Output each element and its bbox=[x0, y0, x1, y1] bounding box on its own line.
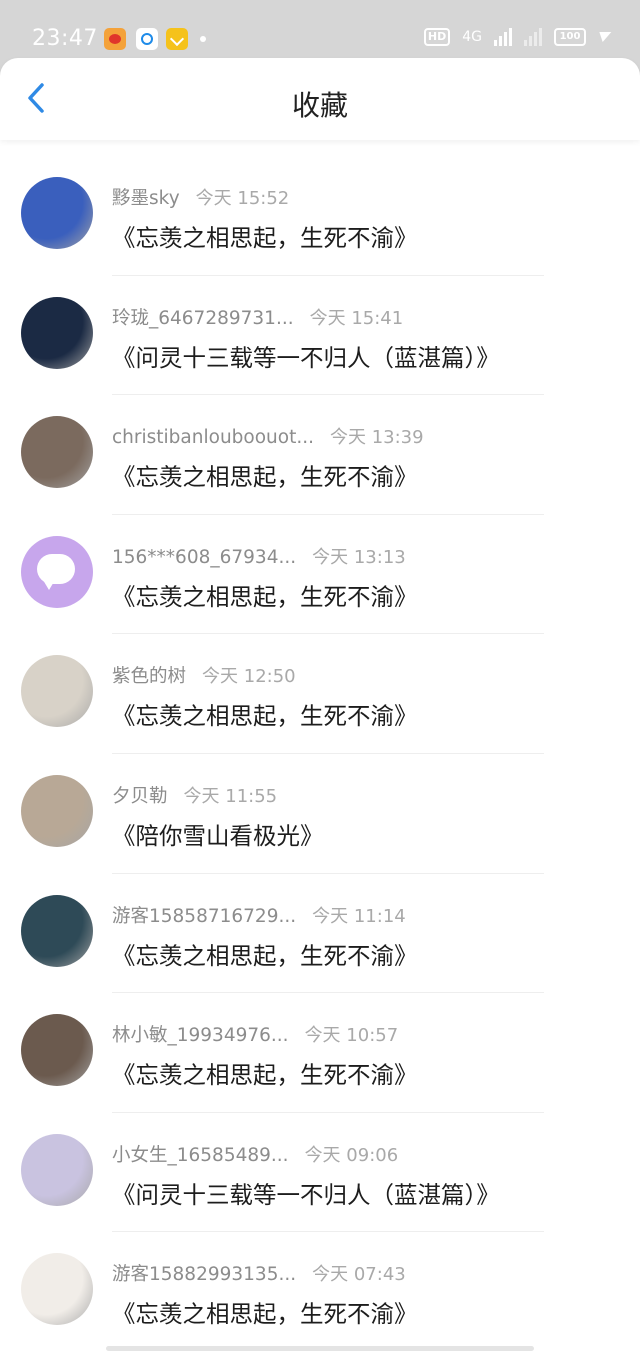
timestamp: 今天 09:06 bbox=[305, 1141, 399, 1167]
page-title: 收藏 bbox=[0, 84, 640, 124]
list-item[interactable]: 游客15858716729... 今天 11:14 《忘羡之相思起，生死不渝》 bbox=[0, 874, 640, 994]
app-notification-icon bbox=[136, 28, 158, 50]
timestamp: 今天 11:14 bbox=[312, 902, 406, 928]
timestamp: 今天 11:55 bbox=[184, 782, 278, 808]
timestamp: 今天 10:57 bbox=[305, 1021, 399, 1047]
more-notifications-dot bbox=[200, 36, 206, 42]
list-item[interactable]: 黟墨sky 今天 15:52 《忘羡之相思起，生死不渝》 bbox=[0, 156, 640, 276]
list-item[interactable]: 小女生_16585489... 今天 09:06 《问灵十三载等一不归人（蓝湛篇… bbox=[0, 1113, 640, 1233]
timestamp: 今天 15:52 bbox=[196, 184, 290, 210]
user-name[interactable]: 游客15858716729... bbox=[112, 902, 296, 928]
home-indicator[interactable] bbox=[106, 1346, 534, 1351]
list-item[interactable]: 玲珑_6467289731... 今天 15:41 《问灵十三载等一不归人（蓝湛… bbox=[0, 276, 640, 396]
timestamp: 今天 12:50 bbox=[202, 662, 296, 688]
story-title[interactable]: 《问灵十三载等一不归人（蓝湛篇）》 bbox=[112, 339, 500, 373]
list-item[interactable]: 夕贝勒 今天 11:55 《陪你雪山看极光》 bbox=[0, 754, 640, 874]
network-type: 4G bbox=[462, 29, 482, 45]
story-title[interactable]: 《问灵十三载等一不归人（蓝湛篇）》 bbox=[112, 1176, 500, 1210]
avatar[interactable] bbox=[21, 416, 93, 488]
signal-icon bbox=[494, 28, 512, 46]
user-name[interactable]: christibanlouboouot... bbox=[112, 427, 314, 448]
user-name[interactable]: 夕贝勒 bbox=[112, 782, 168, 808]
list-item[interactable]: 林小敏_19934976... 今天 10:57 《忘羡之相思起，生死不渝》 bbox=[0, 993, 640, 1113]
story-title[interactable]: 《忘羡之相思起，生死不渝》 bbox=[112, 458, 418, 492]
default-avatar-chat-icon[interactable] bbox=[21, 536, 93, 608]
favorites-list: 黟墨sky 今天 15:52 《忘羡之相思起，生死不渝》 玲珑_64672897… bbox=[0, 156, 640, 1352]
user-name[interactable]: 游客15882993135... bbox=[112, 1260, 296, 1286]
status-indicators: HD 4G 100 bbox=[424, 28, 610, 46]
list-item[interactable]: 156***608_67934... 今天 13:13 《忘羡之相思起，生死不渝… bbox=[0, 515, 640, 635]
story-title[interactable]: 《忘羡之相思起，生死不渝》 bbox=[112, 1056, 418, 1090]
story-title[interactable]: 《忘羡之相思起，生死不渝》 bbox=[112, 219, 418, 253]
timestamp: 今天 15:41 bbox=[310, 304, 404, 330]
user-name[interactable]: 156***608_67934... bbox=[112, 547, 296, 568]
user-name[interactable]: 玲珑_6467289731... bbox=[112, 304, 294, 330]
second-signal-icon bbox=[524, 28, 542, 46]
story-title[interactable]: 《陪你雪山看极光》 bbox=[112, 817, 324, 851]
avatar[interactable] bbox=[21, 775, 93, 847]
user-name[interactable]: 林小敏_19934976... bbox=[112, 1021, 289, 1047]
avatar[interactable] bbox=[21, 655, 93, 727]
avatar[interactable] bbox=[21, 297, 93, 369]
app-header: 收藏 bbox=[0, 58, 640, 140]
avatar[interactable] bbox=[21, 177, 93, 249]
favorites-app-icon bbox=[166, 28, 188, 50]
hd-icon: HD bbox=[424, 28, 450, 46]
story-title[interactable]: 《忘羡之相思起，生死不渝》 bbox=[112, 1295, 418, 1329]
user-name[interactable]: 黟墨sky bbox=[112, 184, 180, 210]
weibo-icon bbox=[104, 28, 126, 50]
list-item[interactable]: christibanlouboouot... 今天 13:39 《忘羡之相思起，… bbox=[0, 395, 640, 515]
story-title[interactable]: 《忘羡之相思起，生死不渝》 bbox=[112, 578, 418, 612]
avatar[interactable] bbox=[21, 895, 93, 967]
charging-icon bbox=[597, 32, 612, 42]
story-title[interactable]: 《忘羡之相思起，生死不渝》 bbox=[112, 937, 418, 971]
timestamp: 今天 07:43 bbox=[312, 1260, 406, 1286]
avatar[interactable] bbox=[21, 1134, 93, 1206]
status-time: 23:47 bbox=[32, 26, 98, 51]
timestamp: 今天 13:13 bbox=[312, 543, 406, 569]
user-name[interactable]: 紫色的树 bbox=[112, 662, 186, 688]
story-title[interactable]: 《忘羡之相思起，生死不渝》 bbox=[112, 697, 418, 731]
timestamp: 今天 13:39 bbox=[330, 423, 424, 449]
list-item[interactable]: 游客15882993135... 今天 07:43 《忘羡之相思起，生死不渝》 bbox=[0, 1232, 640, 1352]
list-item[interactable]: 紫色的树 今天 12:50 《忘羡之相思起，生死不渝》 bbox=[0, 634, 640, 754]
avatar[interactable] bbox=[21, 1253, 93, 1325]
user-name[interactable]: 小女生_16585489... bbox=[112, 1141, 289, 1167]
battery-icon: 100 bbox=[554, 28, 586, 46]
avatar[interactable] bbox=[21, 1014, 93, 1086]
